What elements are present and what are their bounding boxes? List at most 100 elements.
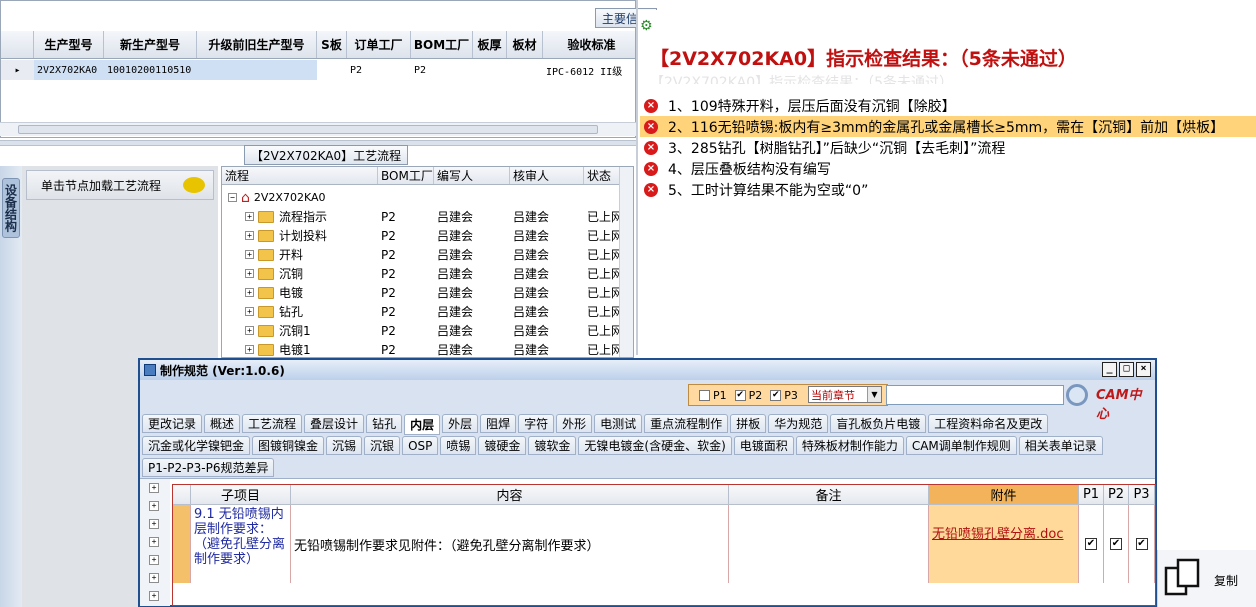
sub-item-cell[interactable]: 9.1 无铅喷锡内层制作要求：（避免孔壁分离制作要求） — [191, 505, 291, 583]
dialog-titlebar[interactable]: 制作规范 (Ver:1.0.6) _ □ × — [140, 360, 1155, 380]
col-header[interactable]: BOM工厂 — [378, 167, 434, 184]
table-row[interactable]: ▸ 2V2X702KA0 10010200110510 P2 P2 IPC-60… — [1, 60, 635, 80]
col-header[interactable]: P1 — [1079, 485, 1104, 505]
tree-row[interactable]: + 沉铜1 P2 吕建会 吕建会 已上网 — [222, 321, 633, 340]
check-item[interactable]: × 1、109特殊开料，层压后面没有沉铜【除胶】 — [640, 95, 1256, 116]
tab-tabs_row1-12[interactable]: 拼板 — [730, 414, 767, 433]
tab-tabs_row2-5[interactable]: 喷锡 — [440, 436, 477, 455]
tree-row[interactable]: + 开料 P2 吕建会 吕建会 已上网 — [222, 245, 633, 264]
tab-tabs_row1-13[interactable]: 华为规范 — [768, 414, 829, 433]
cell[interactable] — [473, 60, 507, 80]
search-icon[interactable] — [1066, 384, 1088, 406]
expand-icon[interactable]: + — [245, 307, 254, 316]
content-cell[interactable]: 无铅喷锡制作要求见附件：（避免孔壁分离制作要求） — [291, 505, 729, 583]
tab-tabs_row1-2[interactable]: 工艺流程 — [242, 414, 303, 433]
col-header[interactable]: 订单工厂 — [347, 31, 411, 58]
col-header[interactable]: 流程 — [222, 167, 378, 184]
horizontal-scrollbar[interactable] — [0, 122, 636, 136]
col-header[interactable]: 备注 — [729, 485, 929, 505]
maximize-button[interactable]: □ — [1119, 362, 1134, 377]
panel-divider[interactable] — [636, 0, 638, 355]
note-cell[interactable] — [729, 505, 929, 583]
col-header[interactable]: 编写人 — [434, 167, 510, 184]
expand-icon[interactable]: + — [149, 483, 159, 493]
col-header[interactable]: P2 — [1104, 485, 1129, 505]
expand-icon[interactable]: + — [149, 591, 159, 601]
col-header[interactable]: 内容 — [291, 485, 729, 505]
tree-row[interactable]: + 沉铜 P2 吕建会 吕建会 已上网 — [222, 264, 633, 283]
p2-check[interactable]: ✔ — [1110, 538, 1122, 550]
scroll-thumb[interactable] — [18, 125, 598, 134]
close-button[interactable]: × — [1136, 362, 1151, 377]
tab-tabs_row1-5[interactable]: 内层 — [404, 414, 441, 435]
attachment-link[interactable]: 无铅喷锡孔壁分离.doc — [932, 527, 1064, 542]
tab-tabs_row1-10[interactable]: 电测试 — [594, 414, 643, 433]
tree-row[interactable]: + 钻孔 P2 吕建会 吕建会 已上网 — [222, 302, 633, 321]
check-item[interactable]: × 3、285钻孔【树脂钻孔】”后缺少“沉铜【去毛刺】”流程 — [640, 137, 1256, 158]
tab-tabs_row1-9[interactable]: 外形 — [556, 414, 593, 433]
col-header[interactable]: BOM工厂 — [411, 31, 473, 58]
tab-tabs_row1-6[interactable]: 外层 — [442, 414, 479, 433]
cell[interactable] — [507, 60, 543, 80]
col-header[interactable]: 验收标准 — [543, 31, 635, 58]
p2-checkbox[interactable]: ✔ — [734, 389, 746, 401]
tree-row[interactable]: + 流程指示 P2 吕建会 吕建会 已上网 — [222, 207, 633, 226]
expand-icon[interactable]: + — [245, 345, 254, 354]
expand-icon[interactable]: + — [245, 212, 254, 221]
load-hint-button[interactable]: 单击节点加载工艺流程 — [26, 170, 214, 200]
expand-icon[interactable]: + — [245, 288, 254, 297]
expand-icon[interactable]: + — [245, 326, 254, 335]
copy-label[interactable]: 复制 — [1214, 572, 1238, 589]
vertical-scrollbar[interactable] — [619, 167, 633, 357]
p3-checkbox[interactable]: ✔ — [770, 389, 782, 401]
col-header[interactable]: 板厚 — [473, 31, 507, 58]
check-item[interactable]: × 2、116无铅喷锡:板内有≥3mm的金属孔或金属槽长≥5mm，需在【沉铜】前加… — [640, 116, 1256, 137]
cell[interactable]: 10010200110510 — [104, 60, 197, 80]
select-all-corner[interactable] — [173, 485, 191, 505]
tab-tabs_row1-4[interactable]: 钻孔 — [366, 414, 403, 433]
copy-icon[interactable] — [1164, 558, 1200, 598]
tab-tabs_row2-4[interactable]: OSP — [402, 436, 439, 455]
col-header[interactable]: 板材 — [507, 31, 543, 58]
col-header[interactable]: 新生产型号 — [104, 31, 197, 58]
tab-tabs_row3-0[interactable]: P1-P2-P3-P6规范差异 — [142, 458, 275, 477]
expand-icon[interactable]: + — [149, 519, 159, 529]
tree-row[interactable]: + 计划投料 P2 吕建会 吕建会 已上网 — [222, 226, 633, 245]
chapter-select[interactable]: 当前章节 ▼ — [808, 386, 882, 403]
expand-icon[interactable]: + — [149, 537, 159, 547]
tab-tabs_row2-0[interactable]: 沉金或化学镍钯金 — [142, 436, 251, 455]
expand-icon[interactable]: + — [149, 573, 159, 583]
tab-tabs_row1-3[interactable]: 叠层设计 — [304, 414, 365, 433]
tab-tabs_row2-7[interactable]: 镀软金 — [528, 436, 577, 455]
settings-icon[interactable]: ⚙ — [640, 18, 656, 34]
tab-tabs_row2-12[interactable]: 相关表单记录 — [1018, 436, 1103, 455]
expand-icon[interactable]: + — [245, 250, 254, 259]
cell[interactable]: P2 — [347, 60, 411, 80]
tab-tabs_row1-8[interactable]: 字符 — [518, 414, 555, 433]
tab-tabs_row2-1[interactable]: 图镀铜镍金 — [252, 436, 325, 455]
tab-tabs_row1-0[interactable]: 更改记录 — [142, 414, 203, 433]
tab-tabs_row1-1[interactable]: 概述 — [204, 414, 241, 433]
equipment-structure-tab[interactable]: 设备结构 — [2, 178, 20, 238]
cell[interactable] — [197, 60, 317, 80]
tab-tabs_row2-3[interactable]: 沉银 — [364, 436, 401, 455]
p1-checkbox[interactable] — [699, 389, 710, 401]
row-indicator[interactable] — [173, 505, 191, 583]
col-header[interactable]: 核审人 — [510, 167, 584, 184]
col-header[interactable]: 状态 — [584, 167, 621, 184]
p3-check[interactable]: ✔ — [1135, 538, 1148, 550]
tab-tabs_row2-10[interactable]: 特殊板材制作能力 — [795, 436, 904, 455]
cell[interactable] — [317, 60, 347, 80]
cell[interactable]: P2 — [411, 60, 473, 80]
expand-icon[interactable]: + — [245, 231, 254, 240]
search-input[interactable] — [886, 385, 1064, 405]
tab-tabs_row2-6[interactable]: 镀硬金 — [478, 436, 527, 455]
col-header[interactable]: S板 — [317, 31, 347, 58]
expand-icon[interactable]: + — [245, 269, 254, 278]
collapse-icon[interactable]: − — [228, 193, 237, 202]
check-item[interactable]: × 5、工时计算结果不能为空或“0” — [640, 179, 1256, 200]
tree-root[interactable]: − ⌂ 2V2X702KA0 — [222, 188, 633, 207]
col-header[interactable]: 子项目 — [191, 485, 291, 505]
col-header[interactable]: 升级前旧生产型号 — [197, 31, 317, 58]
tab-tabs_row1-15[interactable]: 工程资料命名及更改 — [928, 414, 1049, 433]
